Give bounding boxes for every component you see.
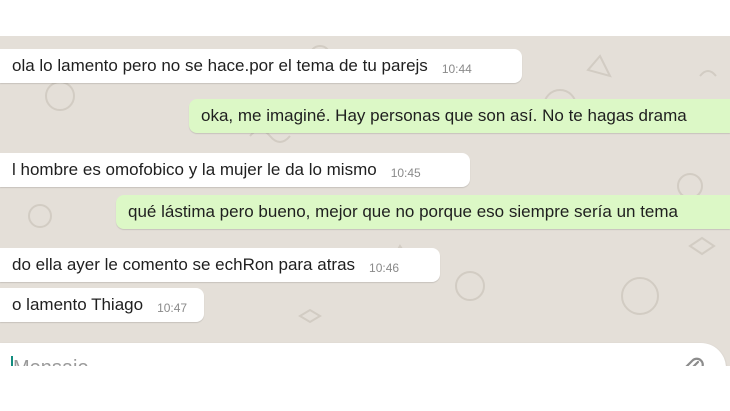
message-input[interactable]: Mensaje (0, 343, 726, 366)
message-time: 10:46 (369, 261, 400, 275)
incoming-message[interactable]: ola lo lamento pero no se hace.por el te… (0, 49, 522, 83)
composer-bar: Mensaje (0, 343, 730, 366)
chat-area[interactable]: ola lo lamento pero no se hace.por el te… (0, 36, 730, 366)
message-text: qué lástima pero bueno, mejor que no por… (128, 202, 678, 221)
message-text: l hombre es omofobico y la mujer le da l… (12, 160, 377, 179)
message-time: 10:44 (441, 62, 472, 76)
message-time: 10:45 (390, 166, 421, 180)
incoming-message[interactable]: l hombre es omofobico y la mujer le da l… (0, 153, 470, 187)
outgoing-message[interactable]: qué lástima pero bueno, mejor que no por… (116, 195, 730, 229)
outgoing-message[interactable]: oka, me imaginé. Hay personas que son as… (189, 99, 730, 133)
message-placeholder: Mensaje (13, 356, 89, 366)
incoming-message[interactable]: o lamento Thiago 10:47 (0, 288, 204, 322)
message-time: 10:47 (157, 301, 188, 315)
message-text: oka, me imaginé. Hay personas que son as… (201, 106, 687, 125)
message-text: o lamento Thiago (12, 295, 144, 314)
paperclip-icon[interactable] (678, 354, 708, 366)
message-text: do ella ayer le comento se echRon para a… (12, 255, 356, 274)
incoming-message[interactable]: do ella ayer le comento se echRon para a… (0, 248, 440, 282)
message-text: ola lo lamento pero no se hace.por el te… (12, 56, 428, 75)
